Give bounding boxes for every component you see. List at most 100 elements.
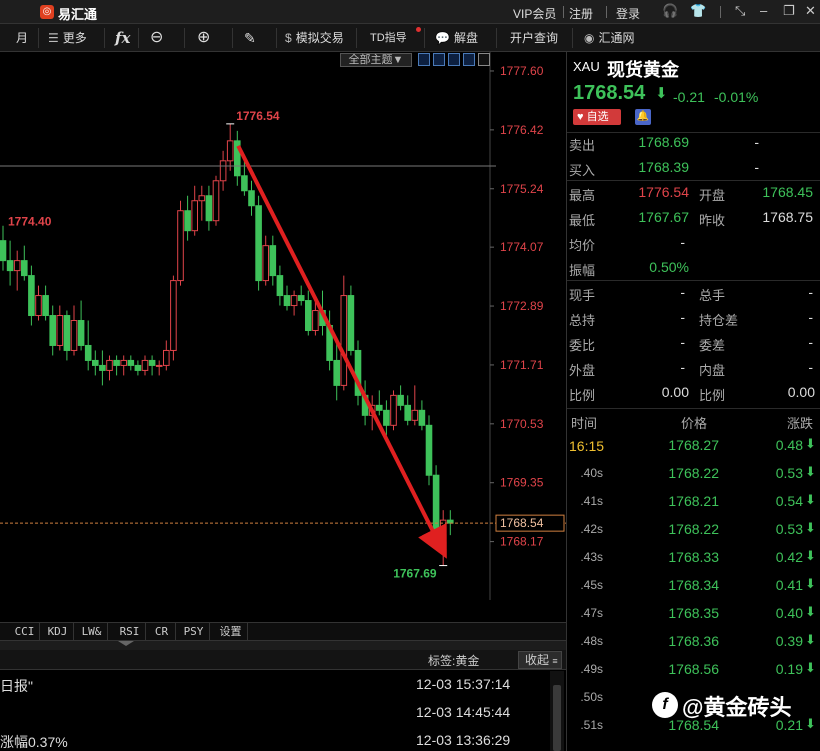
more-button[interactable]: ☰ 更多 — [48, 24, 87, 52]
close-icon[interactable]: ✕ — [805, 3, 816, 19]
candle-body — [439, 519, 447, 536]
minimize-icon[interactable]: – — [760, 3, 767, 18]
news-splitter[interactable] — [0, 640, 566, 650]
zoom-in-icon[interactable]: ⊕ — [197, 24, 210, 52]
draw-icon[interactable]: ✎ — [244, 24, 256, 52]
news-item[interactable]: 日报" 12-03 15:37:14 — [0, 671, 548, 699]
ratio-label-2: 比例 — [699, 388, 726, 403]
news-item[interactable]: 12-03 14:45:44 — [0, 699, 548, 727]
tab-lw[interactable]: LW& — [76, 623, 108, 640]
price-change: -0.21 — [673, 89, 705, 105]
news-collapse-button[interactable]: 收起 ≡ — [518, 651, 562, 669]
candle-body — [205, 195, 213, 222]
tick-price: 1768.35 — [668, 605, 719, 621]
tab-cci[interactable]: CCI — [10, 623, 40, 640]
candle-body — [170, 280, 177, 351]
tab-rsi[interactable]: RSI — [114, 623, 146, 640]
tab-kdj[interactable]: KDJ — [42, 623, 74, 640]
scrollbar-thumb[interactable] — [553, 685, 561, 751]
shrink-icon[interactable]: ⤡ — [735, 3, 745, 19]
sell-value: 1768.69 — [638, 134, 689, 150]
change-header: 涨跌 — [787, 416, 814, 431]
chart-canvas[interactable]: 1777.60 1776.42 1775.24 1774.07 1772.89 1771.… — [0, 52, 566, 622]
candle-body — [184, 210, 191, 232]
news-item[interactable]: 涨幅0.37% 12-03 13:36:29 — [0, 727, 548, 751]
candle-body — [42, 295, 49, 317]
candle-body — [212, 180, 220, 222]
headset-icon[interactable]: 🎧 — [662, 3, 678, 19]
bell-icon[interactable]: 🔔 — [635, 109, 651, 125]
ratio-value-2: 0.00 — [787, 384, 815, 400]
tick-change: 0.19 — [775, 661, 803, 677]
sim-trade-button[interactable]: $ 模拟交易 — [285, 24, 344, 52]
amplitude-value: 0.50% — [649, 259, 689, 275]
price-header: 价格 — [681, 416, 708, 431]
open-label: 开盘 — [699, 188, 726, 203]
candle-body — [376, 404, 383, 411]
candle-body — [241, 175, 248, 192]
news-header: 标签:黄金 收起 ≡ — [0, 650, 566, 670]
tab-cr[interactable]: CR — [148, 623, 176, 640]
trend-arrow — [236, 144, 447, 559]
open-account-button[interactable]: 开户查询 — [510, 24, 558, 52]
candle-body — [148, 359, 156, 366]
candle-body — [35, 295, 42, 317]
candle-body — [70, 320, 78, 351]
sell-extra: - — [754, 134, 759, 150]
open-interest-value: - — [680, 309, 685, 325]
candle-body — [177, 210, 184, 282]
candle-body — [28, 275, 35, 317]
analysis-button[interactable]: 💬 解盘 — [435, 24, 478, 52]
ratio-value: 0.00 — [661, 384, 689, 400]
tick-price: 1768.22 — [668, 465, 719, 481]
site-button[interactable]: ◉ 汇通网 — [584, 24, 635, 52]
vip-link[interactable]: VIP会员 — [513, 5, 556, 22]
add-favorite-button[interactable]: ♥ 自选 — [573, 109, 621, 125]
chat-icon: 💬 — [435, 31, 450, 45]
formula-button[interactable]: fx — [115, 24, 130, 52]
low-label: 最低 — [569, 213, 596, 228]
down-arrow-icon: ⬇ — [655, 85, 668, 102]
tick-change: 0.53 — [775, 465, 803, 481]
dollar-icon: $ — [285, 31, 292, 45]
shirt-icon[interactable]: 👕 — [690, 3, 706, 19]
bid-ratio-value: - — [680, 334, 685, 350]
layout-grid-icon[interactable] — [418, 53, 430, 66]
high-annotation: 1776.54 — [236, 109, 280, 123]
current-price-label: 1768.54 — [500, 516, 544, 530]
layout-single-icon[interactable] — [433, 53, 445, 66]
candle-body — [92, 359, 99, 366]
down-arrow-icon: ⬇ — [805, 716, 816, 731]
tick-time: 16:15 — [569, 438, 605, 454]
month-button[interactable]: 月 — [16, 24, 28, 52]
close-chart-icon[interactable] — [478, 53, 490, 66]
tab-settings[interactable]: 设置 — [214, 623, 248, 640]
down-arrow-icon: ⬇ — [805, 436, 816, 451]
avg-label: 均价 — [569, 238, 596, 253]
y-tick-label: 1775.24 — [500, 182, 544, 196]
news-title[interactable]: 日报" — [0, 676, 33, 696]
prev-close-value: 1768.75 — [762, 209, 813, 225]
td-guide-button[interactable]: TD指导 — [370, 24, 407, 52]
layout-double-icon[interactable] — [448, 53, 460, 66]
zoom-out-icon[interactable]: ⊖ — [150, 24, 163, 52]
tick-row: .43s 1768.33 0.42 ⬇ — [567, 544, 820, 572]
register-link[interactable]: 注册 — [569, 5, 593, 22]
outer-label: 外盘 — [569, 363, 596, 378]
y-tick-label: 1777.60 — [500, 64, 544, 78]
candle-body — [347, 295, 355, 351]
candle-body — [21, 260, 28, 277]
tab-psy[interactable]: PSY — [178, 623, 210, 640]
layout-quad-icon[interactable] — [463, 53, 475, 66]
theme-select[interactable]: 全部主题▼ — [340, 53, 412, 67]
open-value: 1768.45 — [762, 184, 813, 200]
login-link[interactable]: 登录 — [616, 5, 640, 22]
restore-icon[interactable]: ❐ — [783, 3, 795, 19]
news-scrollbar[interactable] — [550, 671, 564, 751]
symbol-name: 现货黄金 — [607, 60, 679, 80]
candle-body — [141, 359, 149, 371]
news-title[interactable]: 涨幅0.37% — [0, 732, 68, 751]
chevron-down-icon[interactable] — [118, 641, 134, 646]
sell-label: 卖出 — [569, 138, 596, 153]
candlestick-chart[interactable]: 1777.60 1776.42 1775.24 1774.07 1772.89 1771.… — [0, 52, 566, 622]
